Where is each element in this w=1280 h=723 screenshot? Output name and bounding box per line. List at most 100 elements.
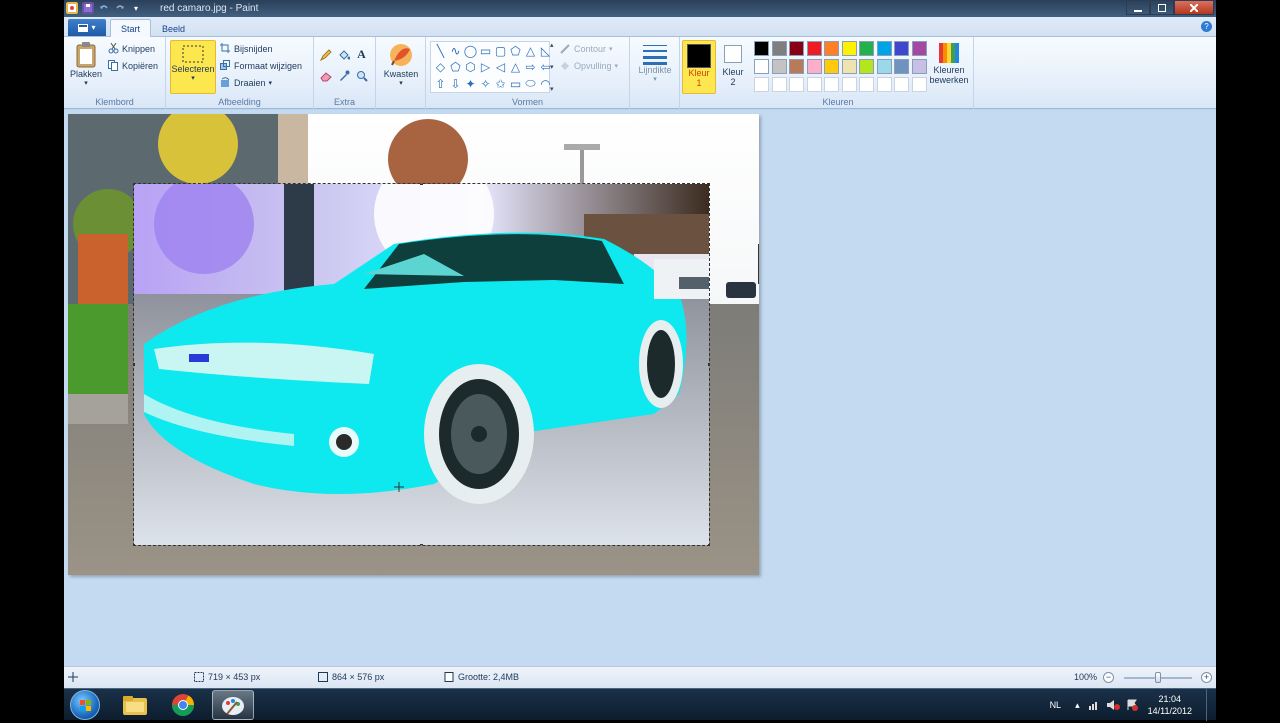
- save-icon[interactable]: [82, 2, 94, 14]
- shape-item[interactable]: ◁: [493, 60, 508, 75]
- shape-item[interactable]: ╲: [433, 43, 448, 58]
- palette-swatch[interactable]: [876, 59, 892, 74]
- shape-item[interactable]: ▢: [493, 43, 508, 58]
- redo-icon[interactable]: [114, 2, 126, 14]
- shape-item[interactable]: ⇩: [448, 76, 463, 91]
- crop-button[interactable]: Bijsnijden: [220, 43, 273, 54]
- shape-item[interactable]: ⬡: [463, 60, 478, 75]
- shape-item[interactable]: ✦: [463, 76, 478, 91]
- shape-item[interactable]: ⇧: [433, 76, 448, 91]
- undo-icon[interactable]: [98, 2, 110, 14]
- taskbar-paint[interactable]: [212, 690, 254, 720]
- zoom-slider[interactable]: [1124, 672, 1192, 683]
- paste-button[interactable]: Plakken ▾: [68, 41, 104, 89]
- zoom-out-button[interactable]: −: [1103, 672, 1114, 683]
- contour-button[interactable]: Contour ▾: [560, 43, 613, 54]
- language-indicator[interactable]: NL: [1050, 700, 1062, 710]
- color2-button[interactable]: Kleur 2: [718, 43, 748, 87]
- line-width-button[interactable]: Lijndikte ▾: [634, 43, 676, 85]
- palette-swatch[interactable]: [841, 41, 857, 56]
- shape-item[interactable]: ▷: [478, 60, 493, 75]
- palette-swatch-empty[interactable]: [806, 77, 822, 92]
- taskbar-chrome[interactable]: [162, 690, 204, 720]
- palette-swatch[interactable]: [911, 41, 927, 56]
- fill-icon[interactable]: [336, 47, 351, 62]
- shapes-scroll[interactable]: ▴ ▾ ▾: [550, 41, 558, 93]
- palette-swatch[interactable]: [841, 59, 857, 74]
- selection-handle-left[interactable]: [134, 363, 135, 366]
- palette-swatch[interactable]: [754, 59, 769, 74]
- selection-handle-br[interactable]: [708, 544, 709, 545]
- shape-item[interactable]: ⬠: [508, 43, 523, 58]
- palette-swatch-empty[interactable]: [771, 77, 787, 92]
- paint-app-icon[interactable]: [66, 2, 78, 14]
- tab-beeld[interactable]: Beeld: [152, 19, 195, 38]
- zoom-slider-thumb[interactable]: [1155, 672, 1161, 683]
- show-desktop-button[interactable]: [1206, 689, 1216, 721]
- network-icon[interactable]: [1088, 699, 1100, 711]
- clock[interactable]: 21:04 14/11/2012: [1148, 693, 1192, 717]
- rotate-button[interactable]: Draaien ▾: [220, 77, 272, 88]
- eraser-icon[interactable]: [318, 68, 333, 83]
- palette-swatch-empty[interactable]: [894, 77, 909, 92]
- shape-item[interactable]: ◇: [433, 60, 448, 75]
- selection-handle-bottom[interactable]: [420, 544, 423, 545]
- maximize-button[interactable]: [1150, 0, 1174, 15]
- selection-handle-tl[interactable]: [134, 184, 135, 185]
- palette-swatch[interactable]: [789, 41, 804, 56]
- palette-swatch[interactable]: [806, 59, 822, 74]
- color-picker-icon[interactable]: [336, 68, 351, 83]
- palette-swatch[interactable]: [789, 59, 804, 74]
- shape-item[interactable]: ⇨: [523, 60, 538, 75]
- palette-swatch-empty[interactable]: [754, 77, 769, 92]
- canvas-workspace[interactable]: [64, 110, 1216, 666]
- shape-item[interactable]: △: [508, 60, 523, 75]
- volume-muted-icon[interactable]: [1106, 699, 1120, 711]
- start-button[interactable]: [70, 690, 100, 720]
- selection-handle-bl[interactable]: [134, 544, 135, 545]
- shape-item[interactable]: ▭: [508, 76, 523, 91]
- customize-qat-icon[interactable]: ▾: [130, 2, 142, 14]
- shape-item[interactable]: ⬠: [448, 60, 463, 75]
- palette-swatch[interactable]: [894, 41, 909, 56]
- palette-swatch-empty[interactable]: [824, 77, 839, 92]
- palette-swatch-empty[interactable]: [789, 77, 804, 92]
- palette-swatch[interactable]: [824, 59, 839, 74]
- copy-button[interactable]: Kopiëren: [108, 60, 158, 71]
- shape-item[interactable]: △: [523, 43, 538, 58]
- minimize-button[interactable]: [1126, 0, 1150, 15]
- palette-swatch[interactable]: [876, 41, 892, 56]
- selection-handle-tr[interactable]: [708, 184, 709, 185]
- taskbar-explorer[interactable]: [114, 690, 156, 720]
- selection-area[interactable]: [133, 183, 710, 546]
- palette-swatch[interactable]: [911, 59, 927, 74]
- selection-handle-top[interactable]: [420, 184, 423, 185]
- show-hidden-icons-icon[interactable]: ▴: [1075, 700, 1080, 711]
- close-button[interactable]: [1174, 0, 1214, 15]
- brushes-button[interactable]: Kwasten ▾: [380, 41, 422, 89]
- zoom-in-button[interactable]: +: [1201, 672, 1212, 683]
- shape-item[interactable]: ⬭: [523, 76, 538, 91]
- help-icon[interactable]: ?: [1201, 21, 1212, 32]
- palette-swatch-empty[interactable]: [876, 77, 892, 92]
- shape-item[interactable]: ▭: [478, 43, 493, 58]
- image-canvas[interactable]: [68, 114, 759, 575]
- paint-menu-button[interactable]: ▾: [68, 19, 106, 36]
- palette-swatch[interactable]: [754, 41, 769, 56]
- color1-button[interactable]: Kleur 1: [682, 40, 716, 94]
- palette-swatch-empty[interactable]: [841, 77, 857, 92]
- shape-item[interactable]: ✧: [478, 76, 493, 91]
- resize-button[interactable]: Formaat wijzigen: [220, 60, 302, 71]
- shape-item[interactable]: ∿: [448, 43, 463, 58]
- palette-swatch-empty[interactable]: [859, 77, 874, 92]
- palette-swatch[interactable]: [771, 41, 787, 56]
- tab-start[interactable]: Start: [110, 19, 152, 38]
- action-center-flag-icon[interactable]: [1126, 699, 1138, 711]
- palette-swatch[interactable]: [859, 41, 874, 56]
- palette-swatch[interactable]: [824, 41, 839, 56]
- palette-swatch[interactable]: [771, 59, 787, 74]
- shape-item[interactable]: ◯: [463, 43, 478, 58]
- palette-swatch-empty[interactable]: [911, 77, 927, 92]
- palette-swatch[interactable]: [806, 41, 822, 56]
- palette-swatch[interactable]: [859, 59, 874, 74]
